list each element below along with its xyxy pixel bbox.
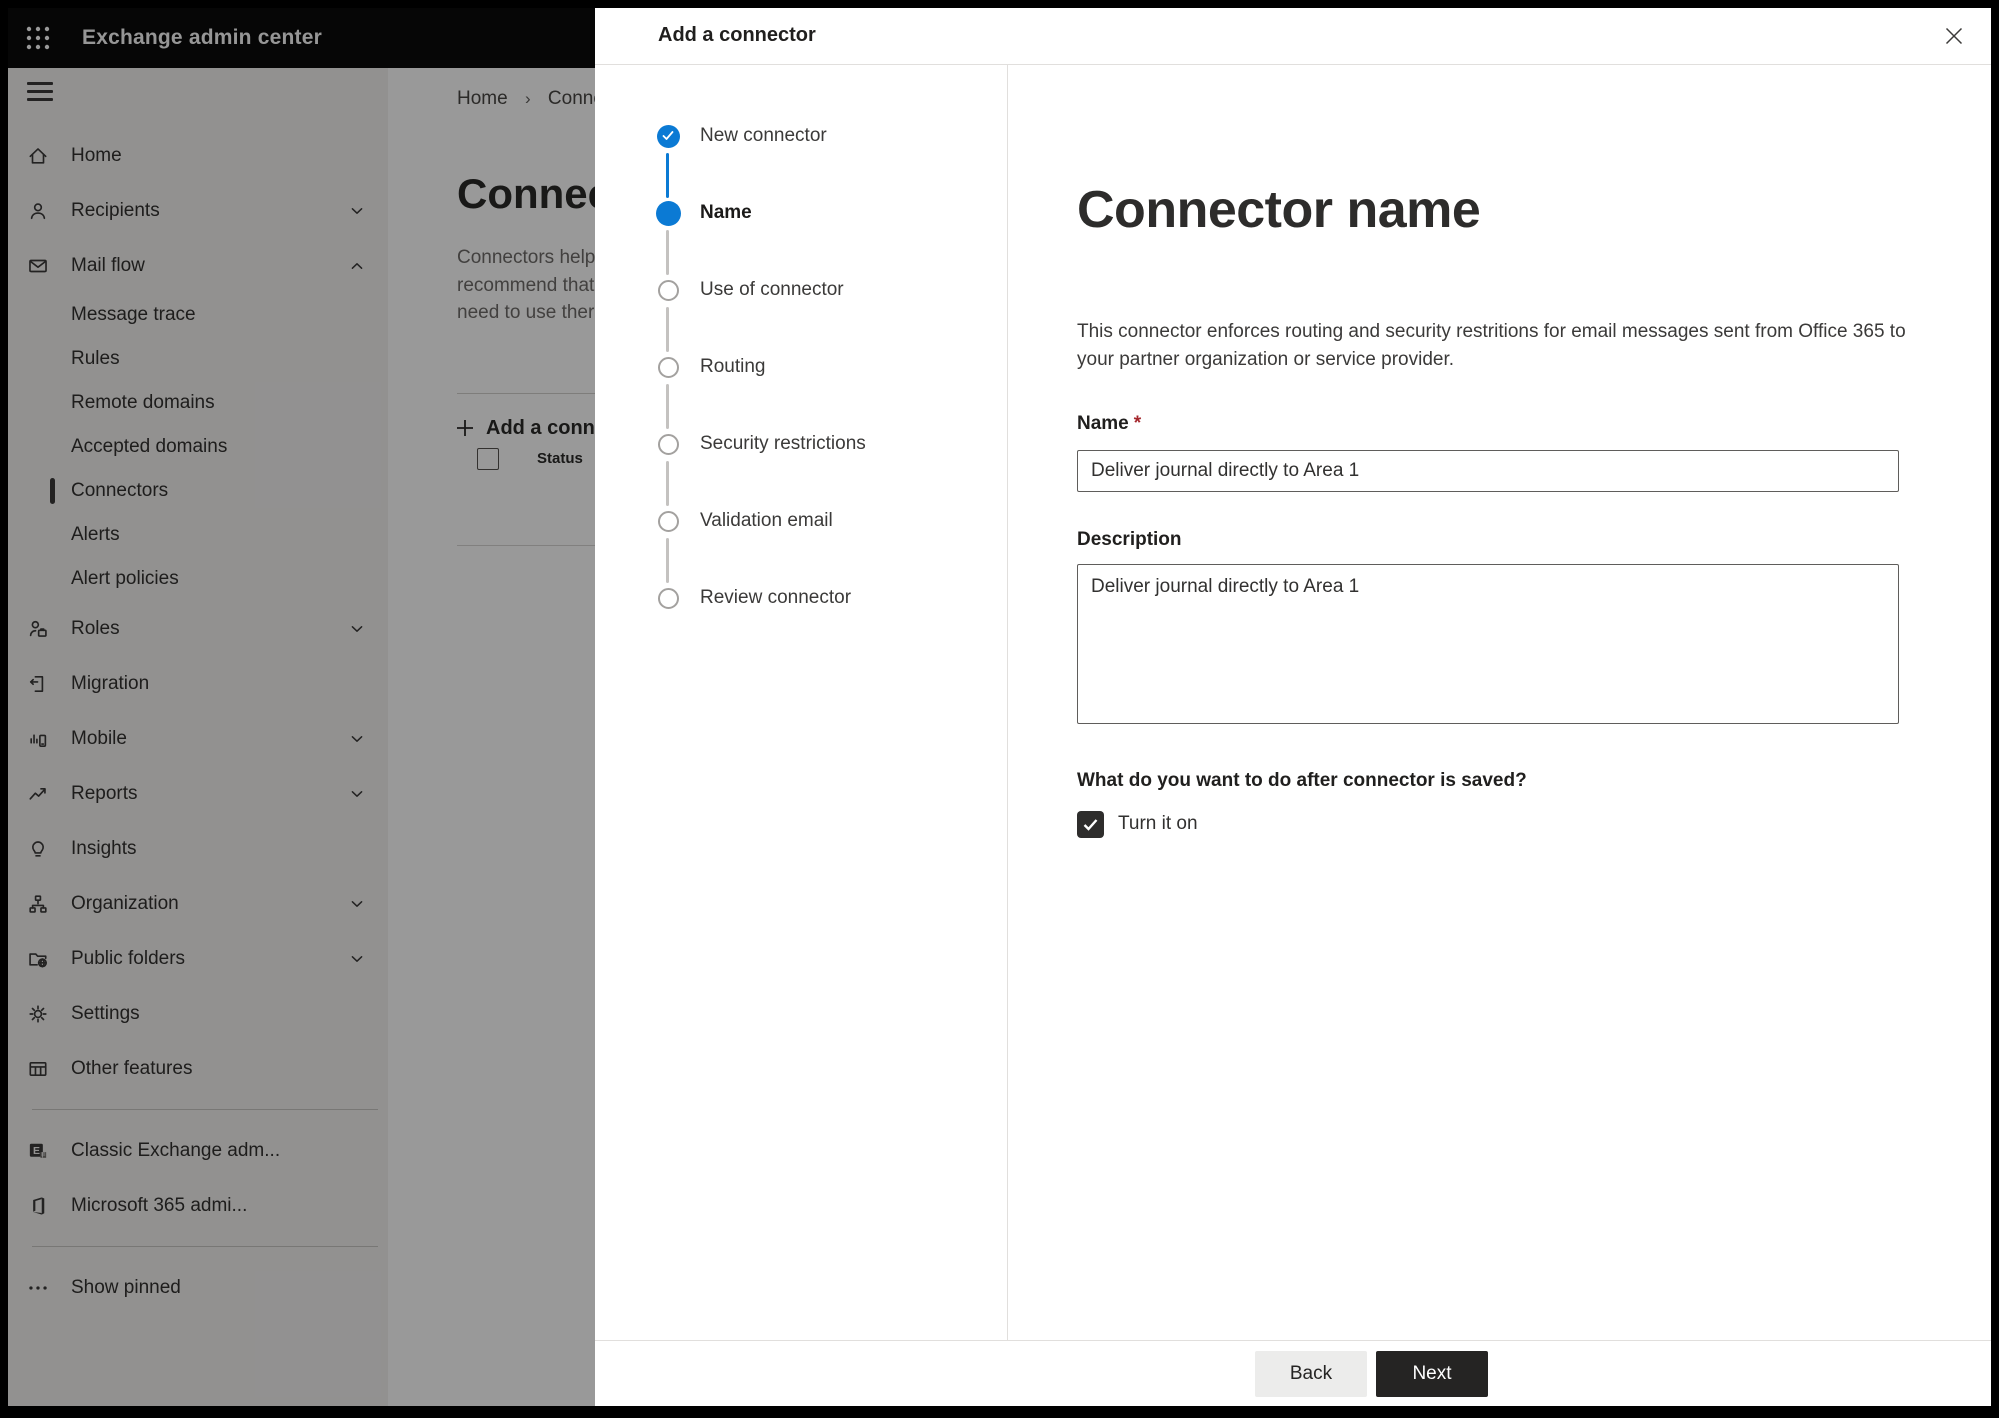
name-field[interactable] <box>1077 450 1899 492</box>
step-heading: Connector name <box>1077 181 1481 239</box>
step-connector-line <box>666 307 670 352</box>
step-description: This connector enforces routing and secu… <box>1077 321 1906 370</box>
required-marker: * <box>1133 413 1142 434</box>
turn-it-on-checkbox[interactable] <box>1077 810 1104 838</box>
description-label: Description <box>1077 529 1182 550</box>
turn-it-on-label: Turn it on <box>1118 813 1198 834</box>
description-field[interactable]: Deliver journal directly to Area 1 <box>1077 564 1899 724</box>
step-connector-line <box>666 384 670 429</box>
step-upcoming-icon <box>657 433 679 455</box>
wizard-step-label: Validation email <box>700 510 833 531</box>
wizard-step-label: Security restrictions <box>700 433 866 454</box>
dialog-footer: Back Next <box>595 1340 1991 1406</box>
step-connector-line <box>666 230 670 275</box>
step-connector-line <box>666 153 670 198</box>
name-label: Name * <box>1077 413 1142 434</box>
dialog-title: Add a connector <box>658 24 816 46</box>
wizard-step-label: Review connector <box>700 587 852 608</box>
step-upcoming-icon <box>657 587 679 609</box>
dialog-header: Add a connector <box>595 8 1991 65</box>
step-upcoming-icon <box>657 279 679 301</box>
step-completed-icon <box>656 124 680 148</box>
app-window: Exchange admin center Home Recipients Mail… <box>8 8 1991 1406</box>
after-save-question: What do you want to do after connector i… <box>1077 770 1527 791</box>
next-button[interactable]: Next <box>1376 1351 1488 1397</box>
close-icon[interactable] <box>1937 19 1971 53</box>
step-current-icon <box>655 200 681 226</box>
wizard-step-label: Name <box>700 202 752 223</box>
wizard-step-label: Use of connector <box>700 279 844 300</box>
add-connector-dialog: Add a connector New connector Name Use of … <box>595 8 1991 1406</box>
turn-it-on-row: Turn it on <box>1077 810 1198 838</box>
wizard-step-label: New connector <box>700 125 827 146</box>
wizard-step-label: Routing <box>700 356 766 377</box>
step-upcoming-icon <box>657 510 679 532</box>
back-button[interactable]: Back <box>1255 1351 1367 1397</box>
step-upcoming-icon <box>657 356 679 378</box>
wizard-steps: New connector Name Use of connector Routing… <box>595 65 1008 1340</box>
step-connector-line <box>666 538 670 583</box>
step-connector-line <box>666 461 670 506</box>
